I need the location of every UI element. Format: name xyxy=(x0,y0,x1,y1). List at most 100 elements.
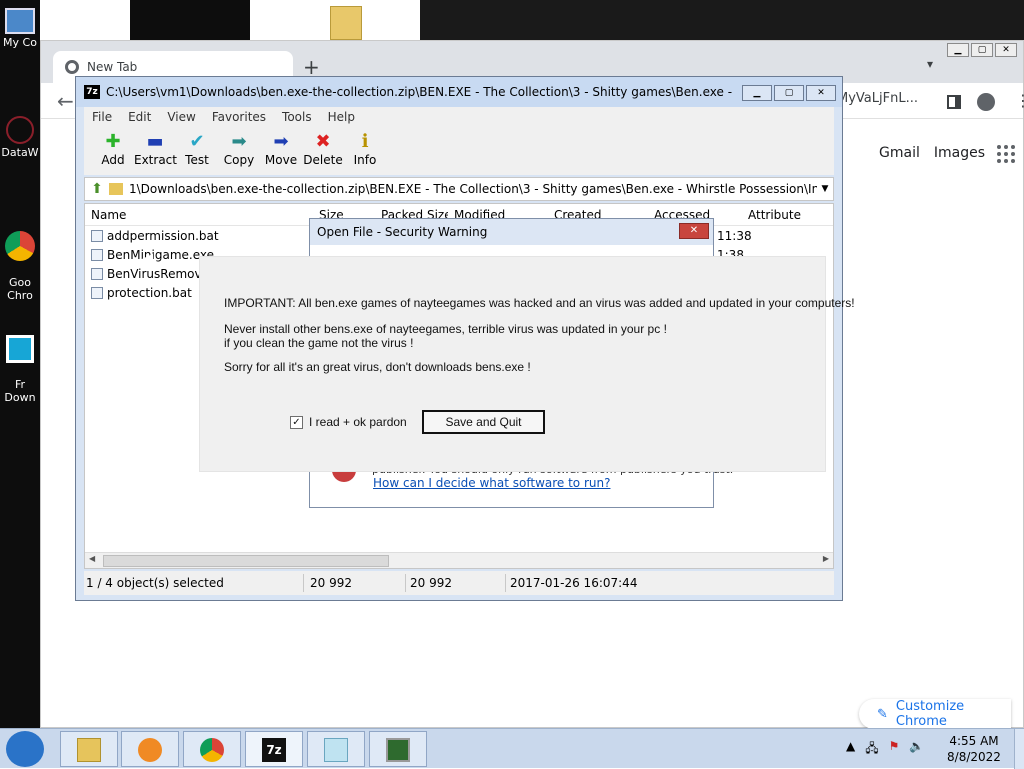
menu-favorites[interactable]: Favorites xyxy=(212,110,266,124)
show-desktop-button[interactable] xyxy=(1014,729,1024,769)
close-button[interactable]: ✕ xyxy=(806,85,836,101)
address-path[interactable]: 1\Downloads\ben.exe-the-collection.zip\B… xyxy=(129,182,817,196)
pencil-icon: ✎ xyxy=(877,706,888,722)
horizontal-scrollbar[interactable]: ◀ ▶ xyxy=(85,552,833,568)
menu-tools[interactable]: Tools xyxy=(282,110,312,124)
bat-file-icon xyxy=(91,229,103,242)
extract-button[interactable]: ▬ Extract xyxy=(134,127,177,175)
checkbox-check-icon[interactable]: ✓ xyxy=(290,415,303,429)
up-folder-icon[interactable]: ⬆ xyxy=(85,181,109,197)
message-line-sorry: Sorry for all it's an great virus, don't… xyxy=(224,360,531,374)
folder-icon xyxy=(77,738,101,762)
minimize-button[interactable]: ▁ xyxy=(947,43,969,57)
address-bar[interactable]: ⬆ 1\Downloads\ben.exe-the-collection.zip… xyxy=(84,177,834,201)
menu-edit[interactable]: Edit xyxy=(128,110,151,124)
side-panel-icon[interactable] xyxy=(947,95,961,109)
network-icon[interactable]: 🖧 xyxy=(865,739,878,760)
add-icon: ✚ xyxy=(105,131,121,152)
column-attributes[interactable]: Attribute xyxy=(742,208,832,222)
address-dropdown-icon[interactable]: ▼ xyxy=(817,184,833,194)
action-center-flag-icon[interactable]: ⚑ xyxy=(889,739,900,760)
help-link[interactable]: How can I decide what software to run? xyxy=(373,476,610,490)
profile-avatar-icon[interactable] xyxy=(977,93,995,111)
menu-file[interactable]: File xyxy=(92,110,112,124)
chrome-icon xyxy=(5,231,35,261)
notepad-icon xyxy=(324,738,348,762)
omnibox-text[interactable]: MyVaLjFnL... xyxy=(837,91,937,113)
computer-icon xyxy=(5,8,35,34)
7zip-icon: 7z xyxy=(262,738,286,762)
system-tray: ▲ 🖧 ⚑ 🔈 xyxy=(846,739,924,760)
copy-label: Copy xyxy=(223,153,255,167)
info-label: Info xyxy=(353,153,377,167)
delete-icon: ✖ xyxy=(315,131,331,152)
copy-button[interactable]: ➡ Copy xyxy=(218,127,260,175)
delete-button[interactable]: ✖ Delete xyxy=(302,127,344,175)
clock-time: 4:55 AM xyxy=(949,734,999,748)
close-button[interactable]: ✕ xyxy=(995,43,1017,57)
bat-file-icon xyxy=(91,286,103,299)
customize-chrome-label: Customize Chrome xyxy=(895,699,965,729)
scroll-left-arrow-icon[interactable]: ◀ xyxy=(89,554,95,563)
extract-label: Extract xyxy=(134,153,177,167)
7zip-app-icon: 7z xyxy=(84,85,100,99)
exe-file-icon xyxy=(91,248,103,261)
volume-icon[interactable]: 🔈 xyxy=(909,739,924,760)
tab-search-chevron-icon[interactable]: ▾ xyxy=(927,57,933,71)
start-button[interactable] xyxy=(6,731,44,767)
file-name: BenVirusRemover xyxy=(107,266,214,281)
show-hidden-icons-icon[interactable]: ▲ xyxy=(846,739,855,760)
customize-chrome-button[interactable]: ✎ Customize Chrome xyxy=(859,699,1011,729)
move-icon: ➡ xyxy=(273,131,289,152)
menu-help[interactable]: Help xyxy=(328,110,355,124)
taskbar-notepad-button[interactable] xyxy=(307,731,365,767)
move-button[interactable]: ➡ Move xyxy=(260,127,302,175)
7zip-titlebar: 7z C:\Users\vm1\Downloads\ben.exe-the-co… xyxy=(76,77,842,107)
column-name[interactable]: Name xyxy=(85,208,313,222)
status-packed-size: 20 992 xyxy=(406,574,506,592)
taskbar-7zip-button[interactable]: 7z xyxy=(245,731,303,767)
apps-grid-icon[interactable] xyxy=(997,145,1015,163)
maximize-button[interactable]: ▢ xyxy=(774,85,804,101)
taskbar: 7z ▲ 🖧 ⚑ 🔈 4:55 AM 8/8/2022 xyxy=(0,728,1024,769)
taskbar-media-player-button[interactable] xyxy=(121,731,179,767)
gmail-link[interactable]: Gmail xyxy=(879,145,920,161)
add-button[interactable]: ✚ Add xyxy=(92,127,134,175)
taskbar-explorer-button[interactable] xyxy=(60,731,118,767)
test-button[interactable]: ✔ Test xyxy=(176,127,218,175)
menu-kebab-icon[interactable]: ⋮ xyxy=(1015,91,1024,110)
desktop-icon-label: My Co xyxy=(3,36,37,49)
test-label: Test xyxy=(185,153,209,167)
media-player-icon xyxy=(138,738,162,762)
folder-icon[interactable] xyxy=(330,6,362,40)
status-bar: 1 / 4 object(s) selected 20 992 20 992 2… xyxy=(84,571,834,595)
info-button[interactable]: ℹ Info xyxy=(344,127,386,175)
back-arrow-icon[interactable]: ← xyxy=(57,89,74,113)
maximize-button[interactable]: ▢ xyxy=(971,43,993,57)
info-icon: ℹ xyxy=(361,131,369,152)
taskbar-chrome-button[interactable] xyxy=(183,731,241,767)
message-line-important: IMPORTANT: All ben.exe games of nayteega… xyxy=(224,296,855,310)
chrome-tab-icon xyxy=(65,60,79,74)
minimize-button[interactable]: ▁ xyxy=(742,85,772,101)
ntp-header-links: Gmail Images xyxy=(879,145,985,161)
test-icon: ✔ xyxy=(189,131,205,152)
close-button[interactable]: ✕ xyxy=(679,223,709,239)
images-link[interactable]: Images xyxy=(934,145,985,161)
clock[interactable]: 4:55 AM 8/8/2022 xyxy=(944,733,1004,765)
copy-icon: ➡ xyxy=(231,131,247,152)
folder-icon xyxy=(109,183,123,195)
read-ok-checkbox[interactable]: ✓ I read + ok pardon xyxy=(290,415,407,429)
app-icon xyxy=(6,116,34,144)
message-line-warning: Never install other bens.exe of nayteega… xyxy=(224,322,667,336)
scroll-right-arrow-icon[interactable]: ▶ xyxy=(823,554,829,563)
scrollbar-thumb[interactable] xyxy=(103,555,389,567)
save-and-quit-button[interactable]: Save and Quit xyxy=(422,410,545,434)
security-warning-titlebar: Open File - Security Warning ✕ xyxy=(310,219,713,245)
taskbar-task-manager-button[interactable] xyxy=(369,731,427,767)
desktop-wallpaper-blob xyxy=(420,0,1024,40)
desktop-wallpaper-blob xyxy=(130,0,250,40)
menu-view[interactable]: View xyxy=(167,110,195,124)
move-label: Move xyxy=(264,153,298,167)
status-date: 2017-01-26 16:07:44 xyxy=(510,576,638,590)
